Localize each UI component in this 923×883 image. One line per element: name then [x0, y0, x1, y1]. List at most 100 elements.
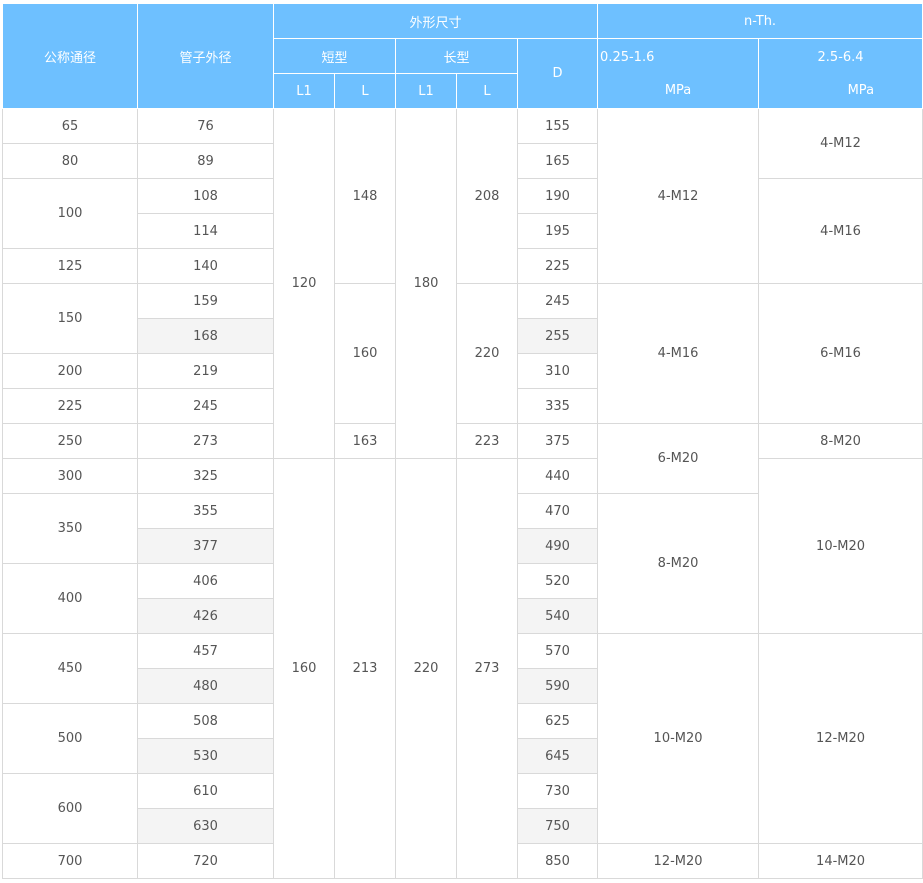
nominal-cell: 65: [2, 108, 138, 144]
od-cell: 76: [137, 108, 274, 144]
nominal-cell: 100: [2, 178, 138, 249]
bolts-high-cell: 6-M16: [758, 283, 923, 424]
table-row: 65 76 120 148 180 208 155 4-M12 4-M12: [2, 108, 923, 459]
nominal-cell: 400: [2, 563, 138, 634]
nominal-cell: 250: [2, 423, 138, 459]
nominal-cell: 125: [2, 248, 138, 284]
long-l-cell: 220: [456, 283, 518, 424]
d-cell: 335: [516, 388, 599, 424]
table-row: 150 159 160 220 245 4-M16 6-M16: [2, 283, 923, 424]
d-cell: 850: [516, 843, 599, 879]
d-cell: 155: [516, 108, 599, 144]
od-cell: 480: [137, 668, 274, 704]
table-row: 250 273 163 223 375 6-M20 8-M20: [2, 423, 923, 494]
header-d: D: [516, 38, 599, 109]
long-l-cell: 273: [456, 458, 518, 879]
d-cell: 590: [516, 668, 599, 704]
nominal-cell: 200: [2, 353, 138, 389]
long-l-cell: 223: [456, 423, 518, 459]
header-long-l1: L1: [395, 73, 457, 109]
bolts-high-cell: 8-M20: [758, 423, 923, 459]
d-cell: 195: [516, 213, 599, 249]
d-cell: 470: [516, 493, 599, 529]
short-l-cell: 163: [334, 423, 396, 459]
bolts-high-cell: 12-M20: [758, 633, 923, 844]
d-cell: 625: [516, 703, 599, 739]
long-l1-cell: 180: [395, 108, 457, 459]
d-cell: 440: [516, 458, 599, 494]
short-l-cell: 148: [334, 108, 396, 284]
od-cell: 720: [137, 843, 274, 879]
d-cell: 165: [516, 143, 599, 179]
od-cell: 377: [137, 528, 274, 564]
od-cell: 355: [137, 493, 274, 529]
short-l-cell: 213: [334, 458, 396, 879]
od-cell: 140: [137, 248, 274, 284]
bolts-low-cell: 10-M20: [597, 633, 760, 844]
header-short-l1: L1: [273, 73, 335, 109]
d-cell: 570: [516, 633, 599, 669]
nominal-cell: 600: [2, 773, 138, 844]
d-cell: 310: [516, 353, 599, 389]
header-bolts: n-Th.: [597, 3, 923, 39]
od-cell: 159: [137, 283, 274, 319]
d-cell: 190: [516, 178, 599, 214]
header-pressure-low: 0.25-1.6 MPa: [597, 38, 760, 109]
od-cell: 530: [137, 738, 274, 774]
table-row: 300 325 160 213 220 273 440 10-M20: [2, 458, 923, 879]
od-cell: 508: [137, 703, 274, 739]
pressure-high-range: 2.5-6.4: [817, 49, 864, 65]
nominal-cell: 700: [2, 843, 138, 879]
header-short-type: 短型: [273, 38, 396, 74]
bolts-high-cell: 14-M20: [758, 843, 923, 879]
od-cell: 89: [137, 143, 274, 179]
flange-dimension-table: 公称通径 管子外径 外形尺寸 n-Th. 短型 长型 D 0.25-1.6 MP…: [2, 3, 923, 879]
bolts-high-cell: 10-M20: [758, 458, 923, 634]
header-short-l: L: [334, 73, 396, 109]
od-cell: 219: [137, 353, 274, 389]
nominal-cell: 150: [2, 283, 138, 354]
d-cell: 645: [516, 738, 599, 774]
od-cell: 325: [137, 458, 274, 494]
header-dimensions: 外形尺寸: [272, 3, 599, 39]
nominal-cell: 300: [2, 458, 138, 494]
bolts-low-cell: 12-M20: [597, 843, 760, 879]
long-l1-cell: 220: [395, 458, 457, 879]
pressure-low-unit: MPa: [664, 82, 692, 98]
header-pipe-outer-diameter: 管子外径: [137, 3, 274, 109]
header-pressure-high: 2.5-6.4 MPa: [758, 38, 923, 109]
d-cell: 375: [516, 423, 599, 459]
d-cell: 750: [516, 808, 599, 844]
header-long-l: L: [456, 73, 518, 109]
od-cell: 114: [137, 213, 274, 249]
header-nominal-diameter: 公称通径: [2, 3, 138, 109]
d-cell: 730: [516, 773, 599, 809]
d-cell: 245: [516, 283, 599, 319]
d-cell: 490: [516, 528, 599, 564]
od-cell: 273: [137, 423, 274, 459]
od-cell: 108: [137, 178, 274, 214]
od-cell: 610: [137, 773, 274, 809]
od-cell: 168: [137, 318, 274, 354]
nominal-cell: 350: [2, 493, 138, 564]
header-long-type: 长型: [395, 38, 518, 74]
od-cell: 457: [137, 633, 274, 669]
bolts-high-cell: 4-M12: [758, 108, 923, 179]
bolts-low-cell: 8-M20: [597, 493, 760, 634]
short-l1-cell: 120: [273, 108, 335, 459]
d-cell: 225: [516, 248, 599, 284]
short-l1-cell: 160: [273, 458, 335, 879]
bolts-low-cell: 6-M20: [597, 423, 760, 494]
pressure-low-range: 0.25-1.6: [600, 49, 655, 65]
nominal-cell: 80: [2, 143, 138, 179]
d-cell: 540: [516, 598, 599, 634]
od-cell: 406: [137, 563, 274, 599]
bolts-high-cell: 4-M16: [758, 178, 923, 284]
od-cell: 630: [137, 808, 274, 844]
od-cell: 245: [137, 388, 274, 424]
nominal-cell: 500: [2, 703, 138, 774]
nominal-cell: 225: [2, 388, 138, 424]
d-cell: 255: [516, 318, 599, 354]
nominal-cell: 450: [2, 633, 138, 704]
bolts-low-cell: 4-M16: [597, 283, 760, 424]
